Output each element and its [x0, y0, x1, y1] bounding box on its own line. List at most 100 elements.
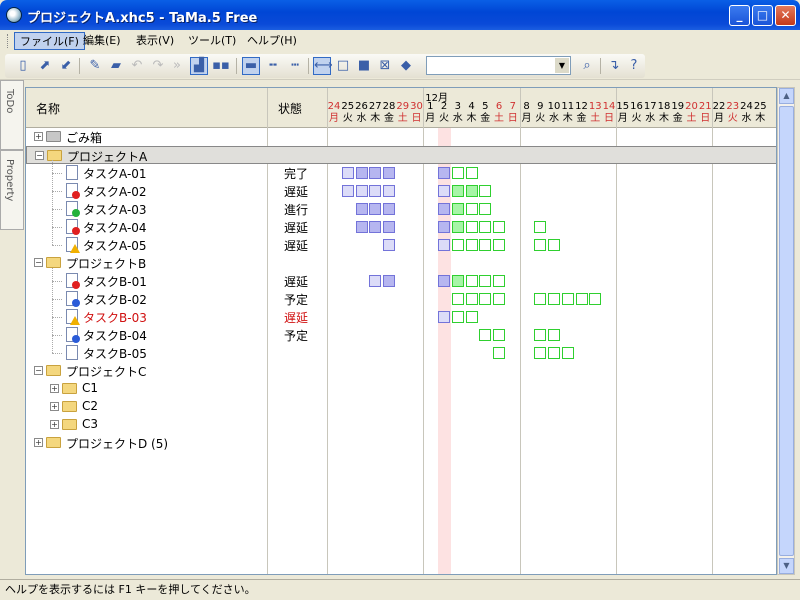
gantt-cell[interactable] [493, 329, 505, 341]
gantt-cell[interactable] [548, 293, 560, 305]
gantt-cell[interactable] [383, 185, 395, 197]
gantt-cell[interactable] [465, 275, 478, 287]
gantt-cell[interactable] [479, 275, 492, 287]
gantt-cell[interactable] [369, 167, 382, 179]
close-button[interactable]: ✕ [775, 5, 796, 26]
gantt-cell[interactable] [534, 329, 547, 341]
maximize-button[interactable]: □ [752, 5, 773, 26]
task-row[interactable]: タスクB-02 予定 [26, 290, 776, 308]
task-row[interactable]: タスクA-01 完了 [26, 164, 776, 182]
gantt-cell[interactable] [479, 239, 492, 251]
gantt-cell[interactable] [479, 185, 492, 197]
tab-todo[interactable]: ToDo [0, 80, 24, 150]
gantt-cell[interactable] [561, 293, 574, 305]
view-bar-icon[interactable]: ▬ [242, 57, 260, 75]
gantt-cell[interactable] [451, 185, 464, 197]
scroll-thumb[interactable] [779, 106, 794, 556]
gantt-cell[interactable] [465, 185, 478, 197]
gantt-cell[interactable] [438, 203, 450, 215]
gantt-cell[interactable] [548, 239, 560, 251]
gantt-cell[interactable] [534, 293, 547, 305]
gantt-cell[interactable] [493, 347, 505, 359]
gantt-cell[interactable] [438, 239, 450, 251]
gantt-cell[interactable] [493, 221, 505, 233]
export-icon[interactable]: ⬋ [57, 57, 75, 75]
gantt-cell[interactable] [438, 221, 450, 233]
folder-row[interactable]: + プロジェクトD (5) [26, 434, 776, 452]
gantt-cell[interactable] [438, 185, 450, 197]
square-icon[interactable]: □ [334, 57, 352, 75]
expand-icon[interactable]: + [50, 402, 59, 411]
new-file-icon[interactable]: ▯ [14, 57, 32, 75]
gantt-cell[interactable] [341, 167, 354, 179]
scroll-down-icon[interactable]: ▼ [779, 558, 794, 574]
search-combo[interactable]: ▼ [426, 56, 571, 75]
gantt-cell[interactable] [451, 311, 464, 323]
task-row[interactable]: タスクA-04 遅延 [26, 218, 776, 236]
folder-row[interactable]: + ごみ箱 [26, 128, 776, 146]
folder-row[interactable]: + C3 [26, 416, 776, 434]
expand-icon[interactable]: + [50, 384, 59, 393]
column-name-header[interactable]: 名称 [36, 100, 60, 117]
jump-icon[interactable]: » [168, 57, 186, 75]
task-row[interactable]: タスクB-05 [26, 344, 776, 362]
menu-view[interactable]: 表示(V) [131, 32, 179, 50]
gantt-cell[interactable] [438, 275, 450, 287]
redo-icon[interactable]: ↷ [149, 57, 167, 75]
gantt-cell[interactable] [383, 221, 395, 233]
gantt-cell[interactable] [479, 221, 492, 233]
gantt-cell[interactable] [383, 203, 395, 215]
collapse-icon[interactable]: − [34, 258, 43, 267]
gantt-cell[interactable] [369, 203, 382, 215]
gantt-cell[interactable] [534, 239, 547, 251]
view-dots-icon[interactable]: ┅ [286, 57, 304, 75]
menu-help[interactable]: ヘルプ(H) [242, 32, 302, 50]
folder-icon[interactable]: ▰ [107, 57, 125, 75]
view-gantt-icon[interactable]: ▟ [190, 57, 208, 75]
menu-file[interactable]: ファイル(F) [14, 32, 85, 50]
gantt-cell[interactable] [465, 167, 478, 179]
gantt-cell[interactable] [451, 221, 464, 233]
gantt-cell[interactable] [369, 221, 382, 233]
gantt-cell[interactable] [355, 203, 368, 215]
task-row[interactable]: タスクA-02 遅延 [26, 182, 776, 200]
task-row[interactable]: タスクB-03 遅延 [26, 308, 776, 326]
task-row[interactable]: タスクA-05 遅延 [26, 236, 776, 254]
undo-icon[interactable]: ↶ [128, 57, 146, 75]
folder-row[interactable]: + C1 [26, 380, 776, 398]
gantt-cell[interactable] [561, 347, 574, 359]
gantt-cell[interactable] [479, 203, 492, 215]
task-row[interactable]: タスクB-01 遅延 [26, 272, 776, 290]
eraser-icon[interactable]: ◆ [397, 57, 415, 75]
gantt-cell[interactable] [451, 167, 464, 179]
gantt-cell[interactable] [465, 239, 478, 251]
gantt-cell[interactable] [479, 329, 492, 341]
gantt-cell[interactable] [341, 185, 354, 197]
gantt-cell[interactable] [465, 311, 478, 323]
gantt-cell[interactable] [575, 293, 588, 305]
gantt-cell[interactable] [534, 221, 547, 233]
gantt-cell[interactable] [465, 203, 478, 215]
vertical-scrollbar[interactable]: ▲ ▼ [777, 87, 795, 575]
gantt-cell[interactable] [451, 275, 464, 287]
gantt-cell[interactable] [355, 167, 368, 179]
gantt-cell[interactable] [451, 293, 464, 305]
folder-row[interactable]: − プロジェクトB [26, 254, 776, 272]
task-row[interactable]: タスクA-03 進行 [26, 200, 776, 218]
collapse-icon[interactable]: − [35, 151, 44, 160]
gantt-cell[interactable] [465, 221, 478, 233]
gantt-cell[interactable] [451, 203, 464, 215]
view-dashed-icon[interactable]: ╍ [264, 57, 282, 75]
gantt-cell[interactable] [438, 311, 450, 323]
gantt-cell[interactable] [548, 347, 560, 359]
gantt-cell[interactable] [493, 275, 505, 287]
gantt-cell[interactable] [493, 239, 505, 251]
title-bar[interactable]: プロジェクトA.xhc5 - TaMa.5 Free _ □ ✕ [0, 0, 800, 30]
gantt-cell[interactable] [355, 221, 368, 233]
folder-row[interactable]: − プロジェクトC [26, 362, 776, 380]
view-split-icon[interactable]: ▪▪ [212, 57, 230, 75]
gantt-cell[interactable] [493, 293, 505, 305]
search-icon[interactable]: ⌕ [578, 57, 596, 75]
open-icon[interactable]: ⬈ [36, 57, 54, 75]
gantt-cell[interactable] [383, 239, 395, 251]
